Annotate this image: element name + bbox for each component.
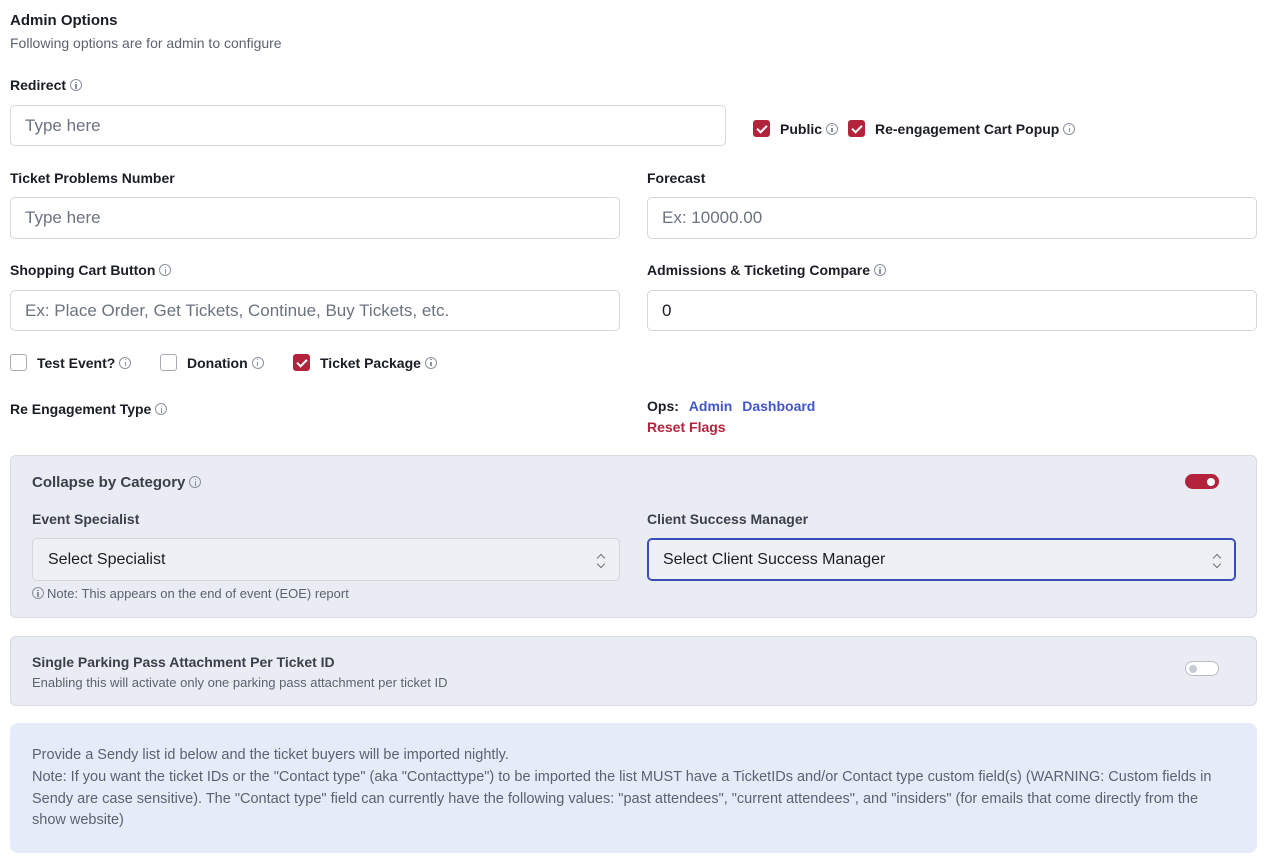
dashboard-link[interactable]: Dashboard — [742, 398, 815, 414]
event-specialist-label: Event Specialist — [32, 511, 140, 527]
parking-pass-toggle[interactable] — [1185, 661, 1219, 676]
parking-pass-panel: Single Parking Pass Attachment Per Ticke… — [10, 636, 1257, 706]
sendy-note-line2: Note: If you want the ticket IDs or the … — [32, 769, 1212, 828]
parking-pass-title: Single Parking Pass Attachment Per Ticke… — [32, 654, 335, 670]
chevron-updown-icon — [1212, 553, 1222, 568]
public-checkbox[interactable] — [753, 120, 770, 137]
page-subtitle: Following options are for admin to confi… — [10, 35, 282, 51]
info-icon[interactable] — [1063, 122, 1076, 135]
forecast-input[interactable] — [647, 197, 1257, 239]
reengagement-checkbox[interactable] — [848, 120, 865, 137]
ticket-problems-input[interactable] — [10, 197, 620, 239]
info-icon[interactable] — [70, 79, 83, 91]
info-icon[interactable] — [826, 122, 839, 135]
info-icon[interactable] — [155, 403, 168, 415]
info-icon[interactable] — [119, 356, 132, 369]
donation-checkbox-row[interactable]: Donation — [160, 354, 264, 371]
sendy-note-line1: Provide a Sendy list id below and the ti… — [32, 747, 509, 763]
reset-flags-link[interactable]: Reset Flags — [647, 419, 726, 435]
collapse-category-toggle[interactable] — [1185, 474, 1219, 489]
shopping-cart-label: Shopping Cart Button — [10, 262, 172, 278]
info-icon[interactable] — [189, 476, 202, 488]
reengagement-checkbox-row[interactable]: Re-engagement Cart Popup — [848, 120, 1076, 137]
redirect-input[interactable] — [10, 105, 726, 146]
parking-pass-description: Enabling this will activate only one par… — [32, 675, 448, 690]
info-icon — [32, 587, 44, 599]
info-icon[interactable] — [424, 356, 437, 369]
event-specialist-select[interactable]: Select Specialist — [32, 538, 620, 581]
redirect-label: Redirect — [10, 77, 83, 93]
csm-select[interactable]: Select Client Success Manager — [647, 538, 1236, 581]
test-event-checkbox-row[interactable]: Test Event? — [10, 354, 132, 371]
info-icon[interactable] — [874, 264, 887, 276]
collapse-category-panel: Collapse by Category Event Specialist Se… — [10, 455, 1257, 618]
sendy-note-panel: Provide a Sendy list id below and the ti… — [10, 723, 1257, 853]
public-checkbox-row[interactable]: Public — [753, 120, 839, 137]
page-title: Admin Options — [10, 12, 118, 29]
admissions-compare-input[interactable] — [647, 290, 1257, 331]
reengagement-type-label: Re Engagement Type — [10, 401, 168, 417]
collapse-category-title: Collapse by Category — [32, 474, 202, 491]
test-event-checkbox[interactable] — [10, 354, 27, 371]
ticket-package-checkbox-row[interactable]: Ticket Package — [293, 354, 437, 371]
admin-link[interactable]: Admin — [689, 398, 733, 414]
chevron-updown-icon — [596, 553, 606, 568]
info-icon[interactable] — [159, 264, 172, 276]
ticket-problems-label: Ticket Problems Number — [10, 170, 175, 186]
admissions-compare-label: Admissions & Ticketing Compare — [647, 262, 887, 278]
ticket-package-checkbox[interactable] — [293, 354, 310, 371]
ops-row: Ops: Admin Dashboard — [647, 398, 815, 414]
shopping-cart-input[interactable] — [10, 290, 620, 331]
csm-label: Client Success Manager — [647, 511, 809, 527]
info-icon[interactable] — [251, 356, 264, 369]
donation-checkbox[interactable] — [160, 354, 177, 371]
ops-label: Ops: — [647, 398, 679, 414]
forecast-label: Forecast — [647, 170, 706, 186]
eoe-note: Note: This appears on the end of event (… — [32, 586, 349, 601]
